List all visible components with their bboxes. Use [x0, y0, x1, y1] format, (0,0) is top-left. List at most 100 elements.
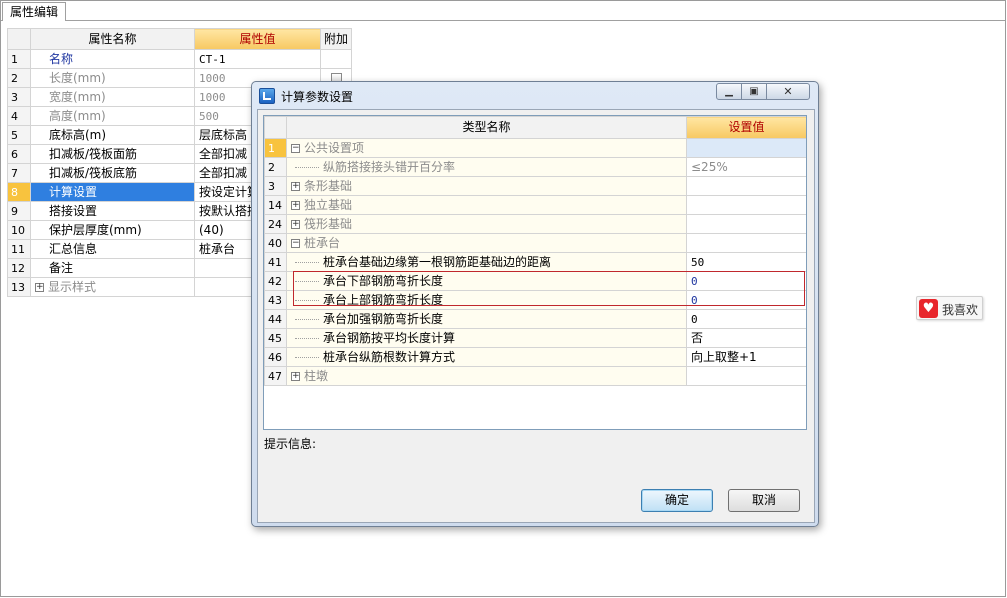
param-name[interactable]: 承台钢筋按平均长度计算: [286, 328, 687, 348]
param-value[interactable]: 向上取整+1: [686, 347, 806, 367]
row-index: 46: [264, 347, 287, 367]
row-index: 1: [7, 49, 31, 69]
param-name[interactable]: + 柱墩: [286, 366, 687, 386]
row-index: 8: [7, 182, 31, 202]
param-row-group[interactable]: 1 − 公共设置项: [264, 138, 806, 158]
tree-connector: [295, 280, 319, 282]
header-property-name[interactable]: 属性名称: [30, 28, 195, 50]
property-name[interactable]: 扣减板/筏板面筋: [30, 144, 195, 164]
param-row[interactable]: 43 承台上部钢筋弯折长度 0: [264, 290, 806, 310]
param-row-group[interactable]: 24 + 筏形基础: [264, 214, 806, 234]
row-index: 24: [264, 214, 287, 234]
minimize-icon[interactable]: ▁: [716, 83, 742, 100]
param-row[interactable]: 42 承台下部钢筋弯折长度 0: [264, 271, 806, 291]
param-value[interactable]: 0: [686, 309, 806, 329]
property-name[interactable]: 保护层厚度(mm): [30, 220, 195, 240]
param-name[interactable]: + 筏形基础: [286, 214, 687, 234]
param-row-group[interactable]: 47 + 柱墩: [264, 366, 806, 386]
header-index: [7, 28, 31, 50]
header-extra[interactable]: 附加: [320, 28, 352, 50]
property-row[interactable]: 1 名称 CT-1: [7, 49, 352, 69]
row-index: 41: [264, 252, 287, 272]
property-name[interactable]: 宽度(mm): [30, 87, 195, 107]
property-name[interactable]: 汇总信息: [30, 239, 195, 259]
ok-button[interactable]: 确定: [641, 489, 713, 512]
row-index: 42: [264, 271, 287, 291]
collapse-minus-icon[interactable]: −: [291, 238, 300, 248]
expand-plus-icon[interactable]: +: [291, 181, 300, 191]
property-name[interactable]: 备注: [30, 258, 195, 278]
property-name[interactable]: 底标高(m): [30, 125, 195, 145]
cancel-button[interactable]: 取消: [728, 489, 800, 512]
param-label: 桩承台纵筋根数计算方式: [323, 349, 456, 364]
dialog-titlebar[interactable]: 计算参数设置 ▁ ▣ ✕: [252, 82, 818, 108]
param-grid: 类型名称 设置值 1 − 公共设置项 2 纵筋搭接接头错开百分率 ≤25% 3 +…: [264, 116, 806, 386]
row-index: 14: [264, 195, 287, 215]
param-name[interactable]: 桩承台纵筋根数计算方式: [286, 347, 687, 367]
param-value[interactable]: 否: [686, 328, 806, 348]
app-icon: [259, 88, 275, 104]
param-row[interactable]: 44 承台加强钢筋弯折长度 0: [264, 309, 806, 329]
param-value[interactable]: [686, 176, 806, 196]
property-value[interactable]: CT-1: [194, 49, 321, 69]
header-property-value[interactable]: 属性值: [194, 28, 321, 50]
param-value[interactable]: [686, 214, 806, 234]
param-name[interactable]: 纵筋搭接接头错开百分率: [286, 157, 687, 177]
param-name[interactable]: − 桩承台: [286, 233, 687, 253]
tab-property-edit[interactable]: 属性编辑: [2, 2, 67, 21]
tree-connector: [295, 261, 319, 263]
group-label: 条形基础: [304, 178, 353, 193]
param-row[interactable]: 41 桩承台基础边缘第一根钢筋距基础边的距离 50: [264, 252, 806, 272]
param-name[interactable]: 承台上部钢筋弯折长度: [286, 290, 687, 310]
param-value[interactable]: [686, 366, 806, 386]
collapse-minus-icon[interactable]: −: [291, 143, 300, 153]
param-name[interactable]: − 公共设置项: [286, 138, 687, 158]
param-value[interactable]: ≤25%: [686, 157, 806, 177]
like-button[interactable]: ♥ 我喜欢: [916, 296, 983, 320]
param-name[interactable]: + 条形基础: [286, 176, 687, 196]
property-name[interactable]: 搭接设置: [30, 201, 195, 221]
property-name[interactable]: 长度(mm): [30, 68, 195, 88]
property-name[interactable]: 名称: [30, 49, 195, 69]
property-name[interactable]: 高度(mm): [30, 106, 195, 126]
param-row-group[interactable]: 3 + 条形基础: [264, 176, 806, 196]
param-value[interactable]: 50: [686, 252, 806, 272]
param-name[interactable]: + 独立基础: [286, 195, 687, 215]
row-index: 47: [264, 366, 287, 386]
expand-plus-icon[interactable]: +: [291, 219, 300, 229]
param-name[interactable]: 承台下部钢筋弯折长度: [286, 271, 687, 291]
param-value[interactable]: [686, 195, 806, 215]
property-name-group[interactable]: + 显示样式: [30, 277, 195, 297]
param-row-group[interactable]: 14 + 独立基础: [264, 195, 806, 215]
param-row[interactable]: 46 桩承台纵筋根数计算方式 向上取整+1: [264, 347, 806, 367]
param-row[interactable]: 45 承台钢筋按平均长度计算 否: [264, 328, 806, 348]
hint-label: 提示信息:: [264, 437, 317, 451]
property-name[interactable]: 计算设置: [30, 182, 195, 202]
group-label: 柱墩: [304, 368, 329, 383]
row-index: 2: [7, 68, 31, 88]
extra-cell[interactable]: [320, 49, 352, 69]
param-value[interactable]: [686, 138, 806, 158]
header-type-name[interactable]: 类型名称: [286, 116, 687, 139]
param-row-group[interactable]: 40 − 桩承台: [264, 233, 806, 253]
param-row[interactable]: 2 纵筋搭接接头错开百分率 ≤25%: [264, 157, 806, 177]
group-label: 筏形基础: [304, 216, 353, 231]
param-grid-container: 类型名称 设置值 1 − 公共设置项 2 纵筋搭接接头错开百分率 ≤25% 3 +…: [263, 115, 807, 430]
expand-plus-icon[interactable]: +: [291, 371, 300, 381]
expand-plus-icon[interactable]: +: [291, 200, 300, 210]
param-name[interactable]: 承台加强钢筋弯折长度: [286, 309, 687, 329]
close-icon[interactable]: ✕: [766, 83, 810, 100]
param-value[interactable]: 0: [686, 271, 806, 291]
param-value[interactable]: 0: [686, 290, 806, 310]
calc-settings-dialog: 计算参数设置 ▁ ▣ ✕ 类型名称 设置值 1 − 公共设置项 2 纵筋搭接接头…: [251, 81, 819, 527]
window-controls: ▁ ▣ ✕: [716, 83, 810, 101]
expand-plus-icon[interactable]: +: [35, 282, 44, 292]
group-label: 独立基础: [304, 197, 353, 212]
tree-connector: [295, 318, 319, 320]
param-label: 承台上部钢筋弯折长度: [323, 292, 444, 307]
param-name[interactable]: 桩承台基础边缘第一根钢筋距基础边的距离: [286, 252, 687, 272]
maximize-icon[interactable]: ▣: [741, 83, 767, 100]
header-setting-value[interactable]: 设置值: [686, 116, 806, 139]
property-name[interactable]: 扣减板/筏板底筋: [30, 163, 195, 183]
param-value[interactable]: [686, 233, 806, 253]
